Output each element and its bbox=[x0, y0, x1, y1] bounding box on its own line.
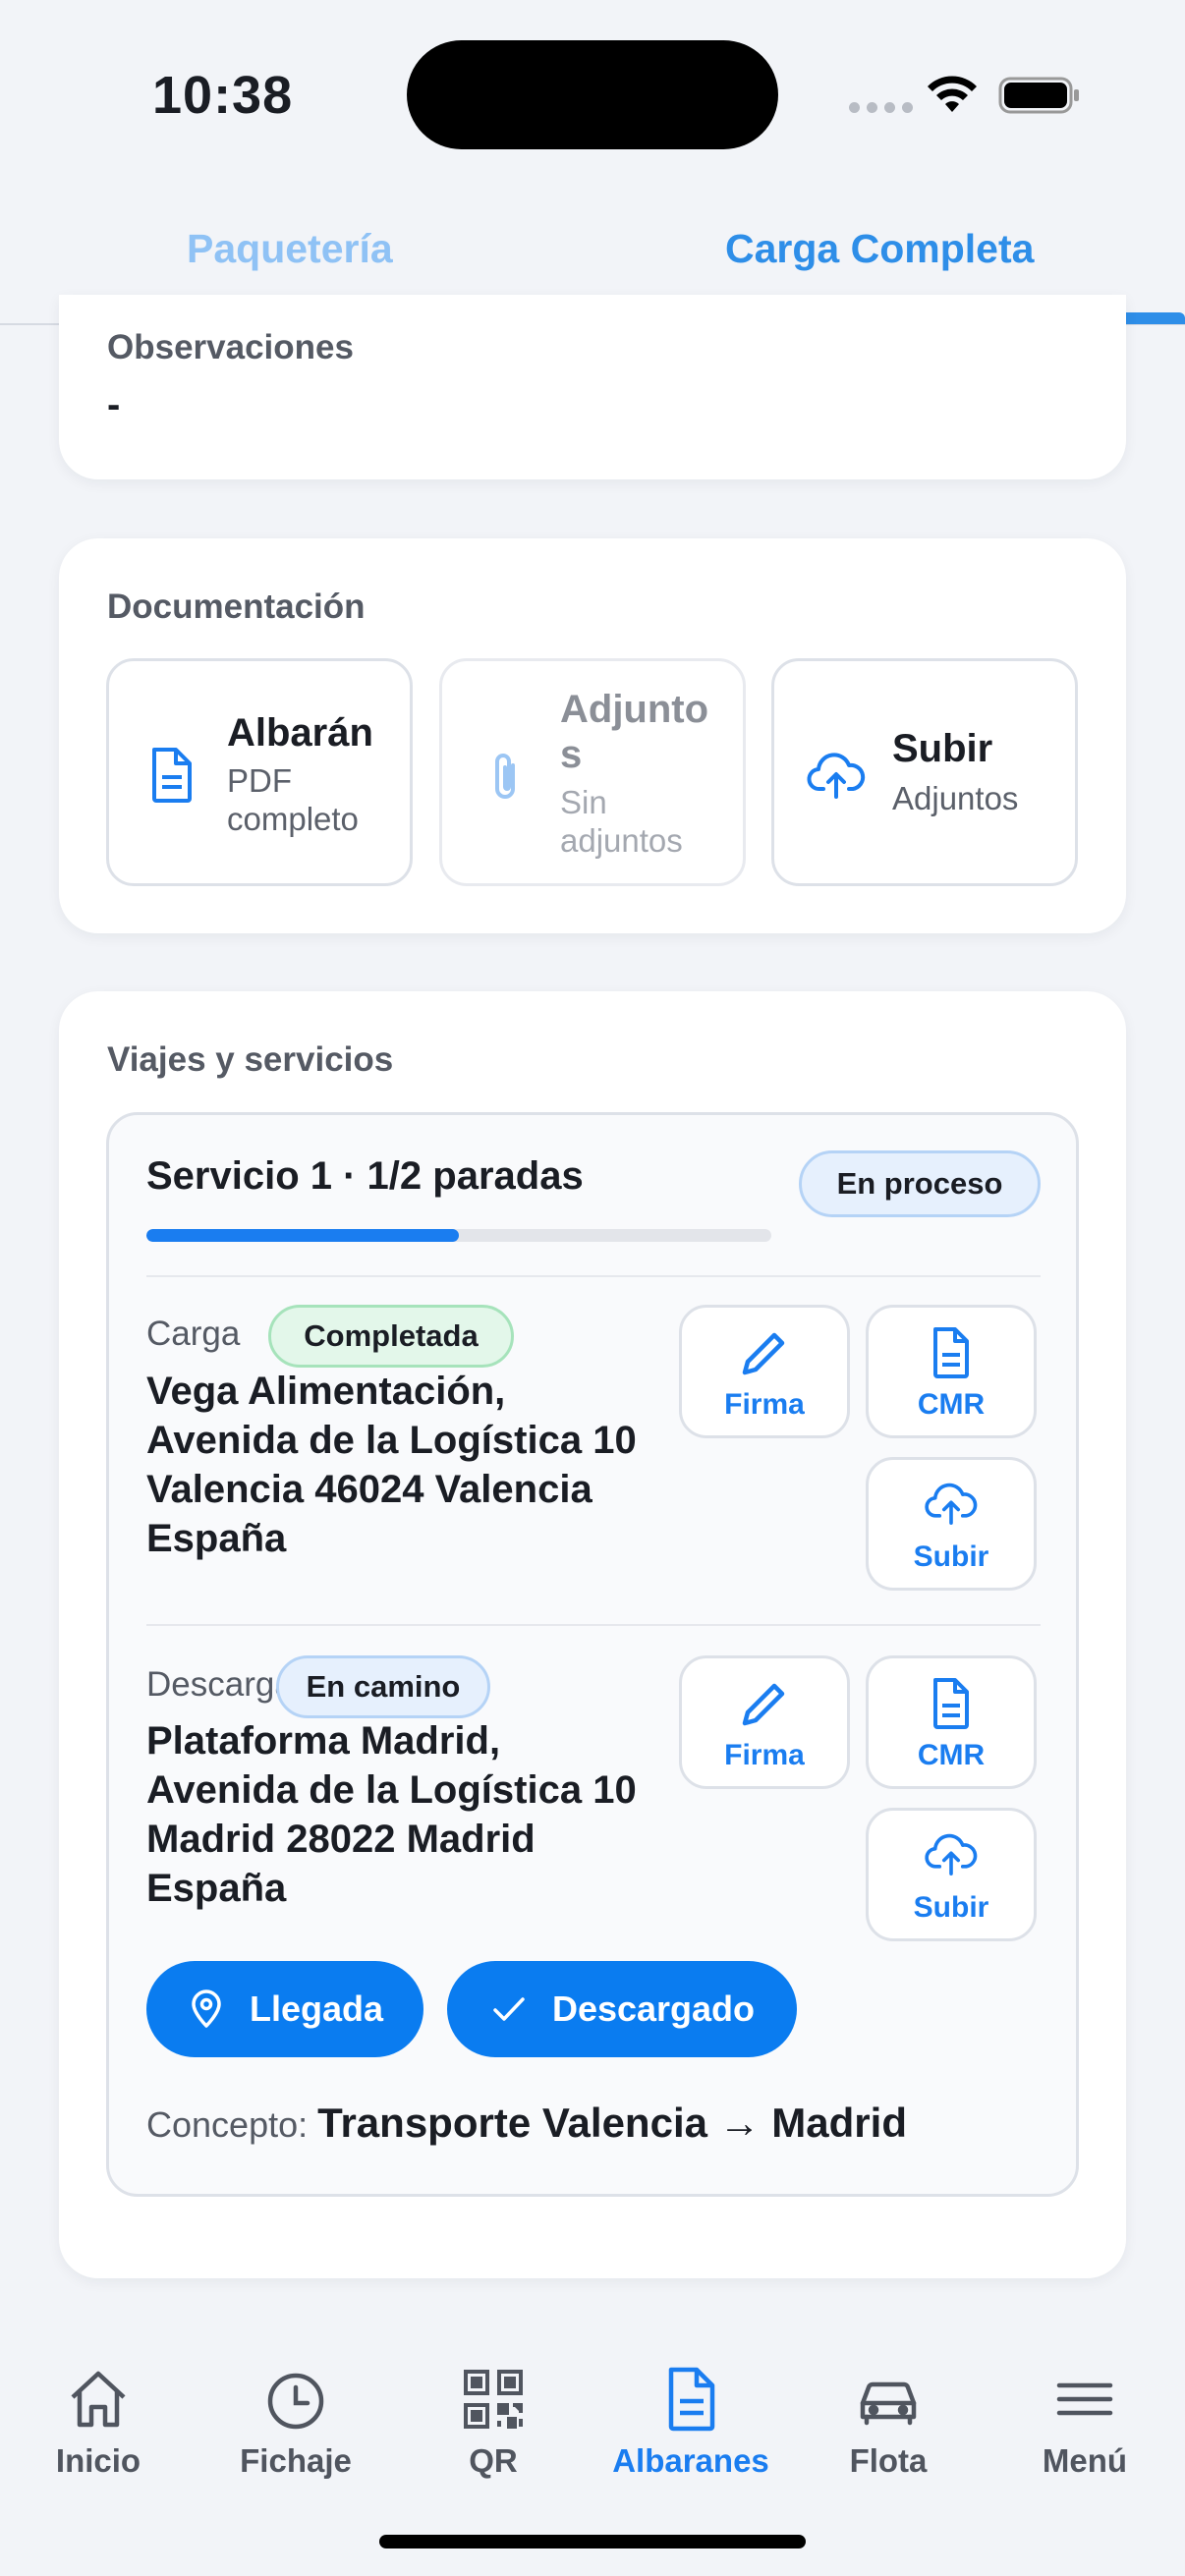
pen-icon bbox=[742, 1332, 785, 1375]
nav-label: Menú bbox=[1042, 2442, 1128, 2479]
nav-item-inicio[interactable]: Inicio bbox=[0, 2364, 197, 2480]
divider bbox=[146, 1275, 1041, 1277]
document-icon bbox=[933, 1678, 969, 1729]
viajes-label: Viajes y servicios bbox=[107, 1040, 394, 1079]
paperclip-icon bbox=[495, 754, 515, 799]
nav-item-qr[interactable]: QR bbox=[395, 2364, 592, 2480]
nav-label: Fichaje bbox=[240, 2442, 352, 2479]
clock-icon bbox=[267, 2373, 324, 2430]
nav-label: QR bbox=[469, 2442, 518, 2479]
stop-status-badge-completada: Completada bbox=[268, 1305, 514, 1368]
dynamic-island bbox=[407, 40, 778, 149]
observaciones-card: Observaciones - bbox=[59, 295, 1126, 479]
service-title: Servicio 1 · 1/2 paradas bbox=[146, 1154, 584, 1198]
document-icon bbox=[668, 2367, 715, 2432]
concept-value: Transporte Valencia → Madrid bbox=[317, 2100, 907, 2146]
adjuntos-subtitle: Sin adjuntos bbox=[560, 784, 683, 859]
cloud-upload-icon bbox=[925, 1833, 978, 1876]
checkmark-icon bbox=[493, 1997, 525, 2021]
cellular-signal-icon bbox=[849, 102, 913, 113]
nav-item-menu[interactable]: Menú bbox=[987, 2364, 1183, 2480]
nav-item-fichaje[interactable]: Fichaje bbox=[198, 2364, 394, 2480]
stop-status-badge-en-camino: En camino bbox=[276, 1655, 490, 1718]
document-icon bbox=[152, 748, 192, 803]
service-progress-fill bbox=[146, 1229, 459, 1242]
subir-subtitle: Adjuntos bbox=[892, 780, 1019, 816]
home-icon bbox=[71, 2371, 126, 2428]
albaran-subtitle: PDF completo bbox=[227, 762, 359, 837]
cmr-button[interactable]: CMR bbox=[866, 1305, 1037, 1438]
adjuntos-title: Adjuntos bbox=[560, 688, 709, 776]
adjuntos-tile[interactable]: Adjuntos Sin adjuntos bbox=[439, 658, 746, 886]
firma-label: Firma bbox=[724, 1739, 805, 1771]
viajes-card: Viajes y servicios Servicio 1 · 1/2 para… bbox=[59, 991, 1126, 2278]
home-indicator bbox=[379, 2535, 806, 2548]
document-icon bbox=[933, 1327, 969, 1378]
stop-address-descarga: Plataforma Madrid, Avenida de la Logísti… bbox=[146, 1719, 637, 1910]
nav-label: Flota bbox=[849, 2442, 928, 2479]
stop-type-carga: Carga bbox=[146, 1315, 241, 1353]
status-time: 10:38 bbox=[152, 66, 294, 125]
subir-button[interactable]: Subir bbox=[866, 1808, 1037, 1941]
tab-paqueteria[interactable]: Paquetería bbox=[187, 226, 393, 272]
cmr-label: CMR bbox=[917, 1739, 986, 1771]
nav-label: Albaranes bbox=[612, 2442, 769, 2479]
stop-type-descarga: Descarga bbox=[146, 1665, 294, 1704]
subir-button[interactable]: Subir bbox=[866, 1457, 1037, 1591]
car-icon bbox=[860, 2381, 917, 2426]
observaciones-value: - bbox=[107, 383, 121, 426]
nav-label: Inicio bbox=[55, 2442, 141, 2479]
observaciones-label: Observaciones bbox=[107, 328, 354, 366]
descargado-label: Descargado bbox=[551, 1988, 756, 2029]
descargado-button[interactable]: Descargado bbox=[447, 1961, 797, 2057]
firma-label: Firma bbox=[724, 1388, 805, 1421]
albaran-tile[interactable]: Albarán PDF completo bbox=[106, 658, 413, 886]
concept-label: Concepto: bbox=[146, 2104, 309, 2145]
location-pin-icon bbox=[192, 1989, 221, 2028]
nav-item-flota[interactable]: Flota bbox=[790, 2364, 987, 2480]
nav-item-albaranes[interactable]: Albaranes bbox=[592, 2364, 789, 2480]
service-progress-bar bbox=[146, 1229, 771, 1242]
cmr-label: CMR bbox=[917, 1388, 986, 1421]
documentacion-label: Documentación bbox=[107, 588, 366, 626]
subir-title: Subir bbox=[892, 727, 993, 770]
tab-carga-completa[interactable]: Carga Completa bbox=[725, 226, 1034, 272]
subir-label: Subir bbox=[913, 1891, 989, 1924]
wifi-icon bbox=[928, 76, 977, 112]
pen-icon bbox=[742, 1683, 785, 1726]
firma-button[interactable]: Firma bbox=[679, 1305, 850, 1438]
service-card: Servicio 1 · 1/2 paradas En proceso Carg… bbox=[106, 1112, 1079, 2197]
firma-button[interactable]: Firma bbox=[679, 1655, 850, 1789]
llegada-label: Llegada bbox=[249, 1988, 384, 2029]
stop-address-carga: Vega Alimentación, Avenida de la Logísti… bbox=[146, 1370, 637, 1560]
service-concept: Concepto: Transporte Valencia → Madrid bbox=[146, 2100, 907, 2147]
divider bbox=[146, 1624, 1041, 1626]
cloud-upload-icon bbox=[925, 1483, 978, 1525]
cloud-upload-icon bbox=[807, 753, 866, 799]
albaran-title: Albarán bbox=[227, 711, 373, 755]
service-status-badge: En proceso bbox=[799, 1150, 1041, 1217]
subir-adjuntos-tile[interactable]: Subir Adjuntos bbox=[771, 658, 1078, 886]
llegada-button[interactable]: Llegada bbox=[146, 1961, 423, 2057]
status-bar: 10:38 bbox=[0, 0, 1185, 187]
cmr-button[interactable]: CMR bbox=[866, 1655, 1037, 1789]
documentacion-card: Documentación Albarán PDF completo Adjun… bbox=[59, 538, 1126, 933]
qr-code-icon bbox=[464, 2370, 523, 2429]
menu-icon bbox=[1056, 2382, 1113, 2416]
battery-icon bbox=[998, 77, 1079, 114]
subir-label: Subir bbox=[913, 1540, 989, 1573]
